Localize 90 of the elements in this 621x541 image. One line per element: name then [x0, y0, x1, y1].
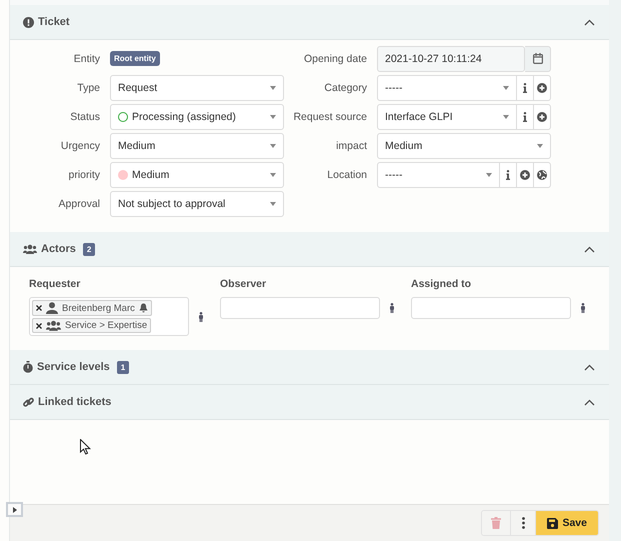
- expand-button[interactable]: [6, 502, 23, 517]
- count-badge: 2: [82, 242, 96, 256]
- plus-circle-icon: [537, 112, 547, 122]
- actor-field[interactable]: [220, 297, 380, 319]
- caret-down-icon: [503, 86, 509, 90]
- save-button[interactable]: Save: [536, 511, 598, 535]
- remove-icon[interactable]: [36, 305, 42, 311]
- dropdown[interactable]: Not subject to approval: [110, 190, 284, 216]
- field-label: Category: [323, 82, 368, 94]
- field-label: Entity: [72, 52, 101, 64]
- add-button[interactable]: [517, 162, 534, 188]
- info-icon: [523, 112, 527, 122]
- users-icon: [23, 244, 37, 254]
- chevron-up-icon[interactable]: [584, 398, 595, 406]
- caret-down-icon: [270, 114, 276, 118]
- caret-down-icon: [270, 172, 276, 176]
- caret-down-icon: [270, 86, 276, 90]
- remove-icon[interactable]: [36, 322, 42, 328]
- field-label: Urgency: [60, 140, 101, 152]
- section-title: Actors: [41, 243, 76, 255]
- dropdown[interactable]: -----: [377, 162, 500, 188]
- actor-name: Breitenberg Marc: [62, 302, 135, 314]
- link-icon: [23, 396, 34, 408]
- actor-field[interactable]: Breitenberg Marc Service > Expertise: [29, 297, 189, 336]
- field-label: Assigned to: [411, 278, 472, 290]
- caret-down-icon: [486, 172, 492, 176]
- section-title: Linked tickets: [38, 396, 112, 408]
- caret-down-icon: [270, 202, 276, 206]
- field-label: priority: [67, 168, 101, 180]
- dropdown[interactable]: Interface GLPI: [377, 104, 517, 130]
- date-field[interactable]: 2021-10-27 10:11:24: [377, 46, 525, 72]
- caret-down-icon: [537, 144, 543, 148]
- dropdown[interactable]: Medium: [377, 132, 551, 158]
- save-icon: [547, 518, 558, 528]
- field-label: impact: [335, 140, 368, 152]
- person-icon: [199, 312, 203, 322]
- caret-down-icon: [270, 144, 276, 148]
- plus-circle-icon: [537, 82, 547, 92]
- field-label: Request source: [292, 110, 368, 122]
- person-icon: [581, 303, 585, 313]
- dropdown[interactable]: Processing (assigned): [110, 104, 284, 130]
- plus-circle-icon: [520, 170, 530, 180]
- dropdown[interactable]: Medium: [110, 162, 284, 188]
- calendar-icon: [532, 53, 542, 64]
- section-header[interactable]: Service levels 1: [10, 350, 609, 385]
- dropdown[interactable]: Medium: [110, 132, 284, 158]
- field-label: Requester: [29, 278, 82, 290]
- more-icon: [522, 517, 525, 529]
- section-header[interactable]: Linked tickets: [10, 385, 609, 420]
- count-badge: 1: [116, 360, 130, 374]
- section-header[interactable]: Ticket: [10, 5, 609, 40]
- field-label: Observer: [220, 278, 268, 290]
- trash-icon: [491, 517, 502, 529]
- dropdown[interactable]: Request: [110, 74, 284, 100]
- field-label: Type: [76, 82, 101, 94]
- chevron-up-icon[interactable]: [584, 364, 595, 370]
- globe-button[interactable]: [534, 162, 551, 188]
- add-button[interactable]: [534, 74, 551, 100]
- chevron-up-icon[interactable]: [584, 246, 595, 252]
- info-button[interactable]: [517, 74, 534, 100]
- info-button[interactable]: [500, 162, 517, 188]
- stopwatch-icon: [23, 361, 33, 373]
- actor-tag[interactable]: Breitenberg Marc: [32, 300, 152, 316]
- section-header[interactable]: Actors 2: [10, 232, 609, 267]
- calendar-button[interactable]: [525, 46, 551, 72]
- field-label: Approval: [58, 198, 101, 210]
- users-icon: [46, 320, 61, 331]
- user-icon: [46, 302, 58, 314]
- actor-tag[interactable]: Service > Expertise: [32, 318, 152, 333]
- alert-icon: [23, 16, 34, 28]
- field-label: Opening date: [302, 52, 368, 64]
- cursor-icon: [80, 439, 91, 455]
- info-icon: [506, 170, 510, 180]
- chevron-up-icon[interactable]: [584, 18, 595, 26]
- bell-icon[interactable]: [138, 303, 148, 313]
- caret-down-icon: [503, 114, 509, 118]
- add-button[interactable]: [534, 104, 551, 130]
- globe-icon: [537, 170, 547, 180]
- field-label: Status: [69, 110, 101, 122]
- actor-name: Service > Expertise: [65, 320, 148, 331]
- caret-right-icon: [12, 506, 16, 512]
- person-icon: [390, 303, 394, 313]
- section-title: Ticket: [38, 16, 70, 28]
- entity-badge: Root entity: [110, 51, 160, 66]
- info-icon: [523, 82, 527, 92]
- info-button[interactable]: [517, 104, 534, 130]
- section-title: Service levels: [37, 361, 110, 373]
- field-label: Location: [326, 168, 368, 180]
- actor-field[interactable]: [411, 297, 571, 319]
- dropdown[interactable]: -----: [377, 74, 517, 100]
